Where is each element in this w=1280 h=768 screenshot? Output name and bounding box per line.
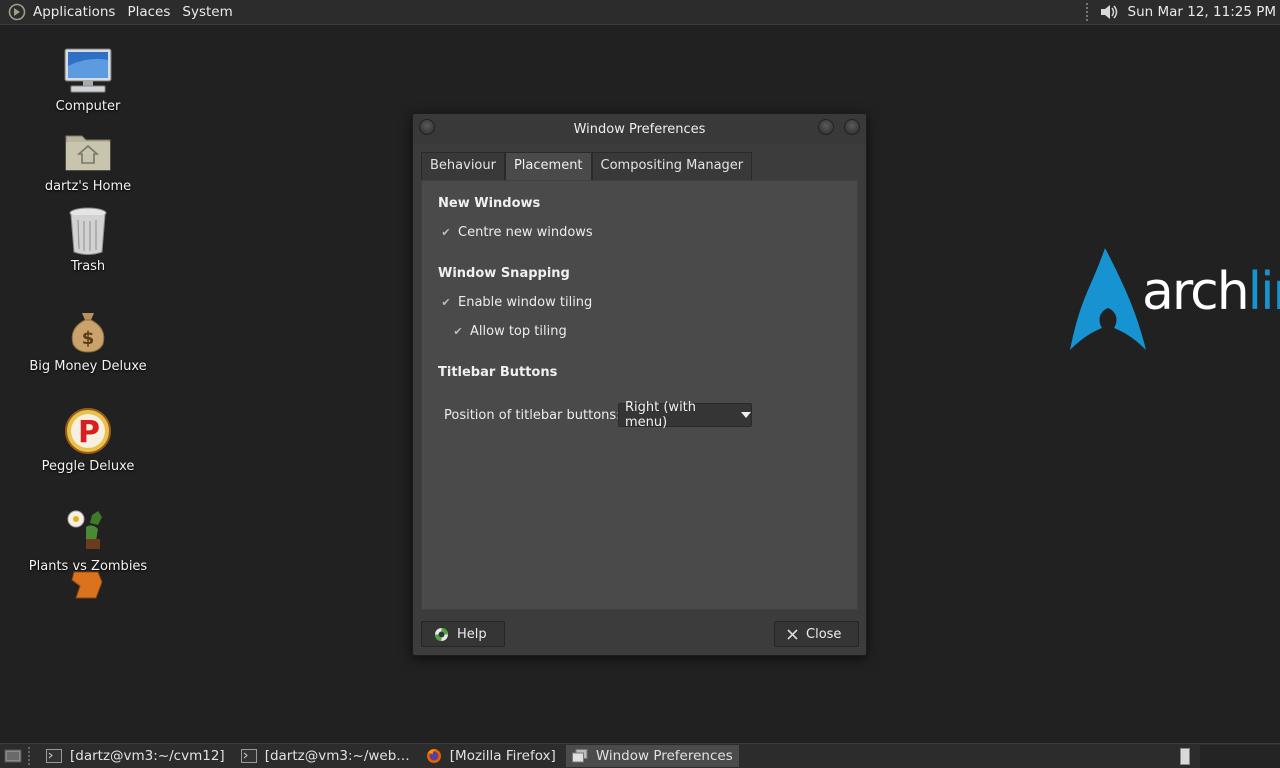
peggle-icon: P bbox=[62, 405, 114, 457]
firefox-icon bbox=[426, 749, 442, 763]
desktop-icon-home[interactable]: dartz's Home bbox=[13, 125, 163, 194]
task-label: [dartz@vm3:~/cvm12] bbox=[70, 748, 225, 764]
help-lifebuoy-icon bbox=[434, 627, 449, 642]
desktop-icon-label: Trash bbox=[70, 259, 106, 274]
zombie-icon bbox=[70, 568, 108, 600]
money-bag-icon: $ bbox=[62, 305, 114, 357]
trash-icon bbox=[62, 205, 114, 257]
tab-bar: Behaviour Placement Compositing Manager bbox=[421, 152, 753, 180]
checkbox-label: Allow top tiling bbox=[470, 324, 567, 339]
home-folder-icon bbox=[62, 125, 114, 177]
desktop-icon-peggle[interactable]: P Peggle Deluxe bbox=[13, 405, 163, 474]
desktop-icon-plants-zombies[interactable]: Plants vs Zombies bbox=[13, 505, 163, 574]
task-window-preferences[interactable]: Window Preferences bbox=[565, 745, 739, 767]
close-button[interactable]: Close bbox=[774, 621, 859, 647]
section-titlebar-buttons: Titlebar Buttons bbox=[438, 365, 558, 380]
volume-icon[interactable] bbox=[1098, 1, 1120, 23]
checkbox-label: Centre new windows bbox=[458, 225, 593, 240]
desktop-icon-label: dartz's Home bbox=[44, 179, 132, 194]
task-label: [dartz@vm3:~/web… bbox=[264, 748, 410, 764]
distro-menu-icon[interactable] bbox=[7, 2, 27, 22]
svg-text:P: P bbox=[78, 415, 100, 450]
desktop-icon-label: Computer bbox=[55, 99, 121, 114]
tab-compositing-manager[interactable]: Compositing Manager bbox=[591, 152, 753, 180]
close-icon bbox=[787, 628, 798, 640]
svg-text:$: $ bbox=[82, 328, 95, 349]
titlebar-position-label: Position of titlebar buttons: bbox=[444, 408, 621, 423]
tab-placement[interactable]: Placement bbox=[504, 152, 592, 180]
desktop-icon-computer[interactable]: Computer bbox=[13, 45, 163, 114]
desktop-icon-trash[interactable]: Trash bbox=[13, 205, 163, 274]
applications-menu[interactable]: Applications bbox=[27, 0, 121, 25]
help-label: Help bbox=[457, 626, 487, 642]
dropdown-value: Right (with menu) bbox=[625, 400, 697, 430]
titlebar[interactable]: Window Preferences bbox=[413, 114, 866, 144]
checkmark-icon: ✔ bbox=[441, 225, 451, 239]
places-menu[interactable]: Places bbox=[121, 0, 176, 25]
checkbox-label: Enable window tiling bbox=[458, 295, 593, 310]
arch-wordmark: archlin bbox=[1142, 262, 1280, 322]
desktop-icon-big-money[interactable]: $ Big Money Deluxe bbox=[13, 305, 163, 374]
task-terminal-web[interactable]: [dartz@vm3:~/web… bbox=[235, 745, 416, 767]
desktop-icon-label: Peggle Deluxe bbox=[41, 459, 135, 474]
placement-panel: New Windows ✔ Centre new windows Window … bbox=[421, 180, 858, 610]
clock[interactable]: Sun Mar 12, 11:25 PM bbox=[1128, 4, 1276, 20]
workspace-switcher-2[interactable] bbox=[1200, 745, 1280, 768]
minimize-button[interactable] bbox=[818, 119, 834, 135]
close-label: Close bbox=[806, 626, 842, 642]
task-terminal-cvm12[interactable]: [dartz@vm3:~/cvm12] bbox=[40, 745, 231, 767]
section-window-snapping: Window Snapping bbox=[438, 266, 570, 281]
system-menu[interactable]: System bbox=[176, 0, 238, 25]
task-firefox[interactable]: [Mozilla Firefox] bbox=[420, 745, 562, 767]
dialog-title: Window Preferences bbox=[573, 122, 706, 137]
centre-new-windows-checkbox[interactable]: ✔ Centre new windows bbox=[440, 225, 593, 240]
plants-zombies-icon bbox=[62, 505, 114, 557]
checkmark-icon: ✔ bbox=[453, 324, 463, 338]
terminal-icon bbox=[46, 749, 62, 763]
terminal-icon bbox=[240, 749, 257, 763]
task-label: [Mozilla Firefox] bbox=[449, 748, 556, 764]
desktop-icon-label: Big Money Deluxe bbox=[29, 359, 147, 374]
checkmark-icon: ✔ bbox=[441, 295, 451, 309]
show-desktop-icon[interactable] bbox=[2, 747, 24, 765]
titlebar-position-dropdown[interactable]: Right (with menu) bbox=[618, 400, 752, 430]
tab-behaviour[interactable]: Behaviour bbox=[421, 152, 505, 180]
top-panel: Applications Places System Sun Mar 12, 1… bbox=[0, 0, 1280, 25]
computer-icon bbox=[62, 45, 114, 97]
taskbar-grip bbox=[28, 747, 32, 765]
chevron-down-icon bbox=[741, 412, 751, 418]
help-button[interactable]: Help bbox=[421, 621, 505, 647]
workspace-switcher-1[interactable] bbox=[1180, 748, 1190, 765]
close-window-button[interactable] bbox=[844, 119, 860, 135]
panel-grip bbox=[1085, 3, 1090, 21]
task-label: Window Preferences bbox=[595, 748, 733, 764]
window-preferences-dialog: Window Preferences Behaviour Placement C… bbox=[412, 113, 867, 656]
allow-top-tiling-checkbox[interactable]: ✔ Allow top tiling bbox=[452, 324, 567, 339]
window-icon bbox=[571, 749, 588, 763]
bottom-taskbar: [dartz@vm3:~/cvm12] [dartz@vm3:~/web… [M… bbox=[0, 743, 1280, 768]
section-new-windows: New Windows bbox=[438, 196, 541, 211]
enable-window-tiling-checkbox[interactable]: ✔ Enable window tiling bbox=[440, 295, 592, 310]
